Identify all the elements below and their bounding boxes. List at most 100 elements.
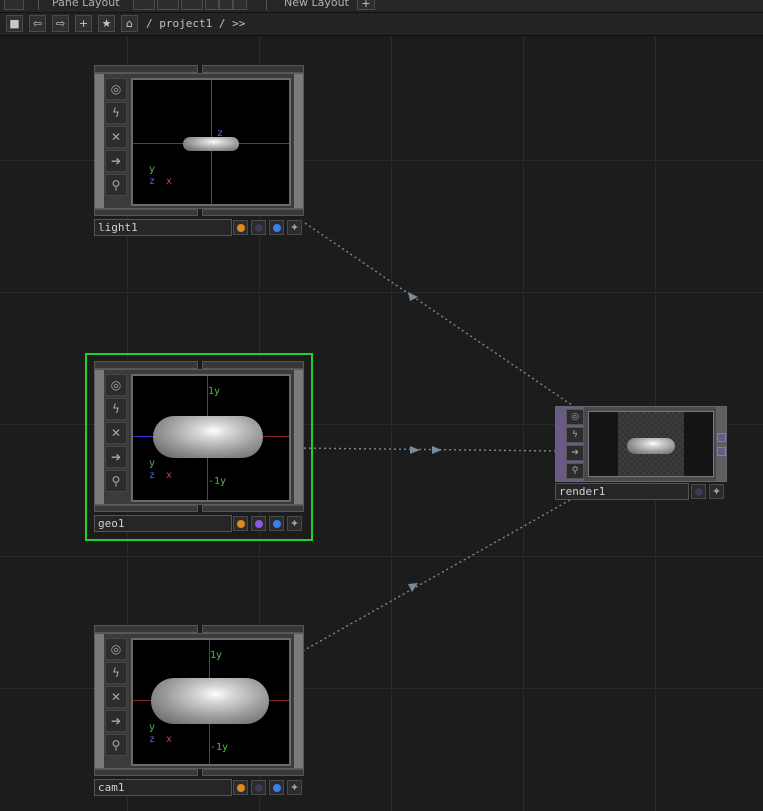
top-menu-bar: Pane Layout New Layout + [0, 0, 763, 13]
orange-flag-icon[interactable] [233, 516, 248, 531]
forward-icon[interactable]: ⇨ [52, 15, 69, 32]
lock-flag-icon[interactable]: ⚲ [105, 734, 127, 756]
node-flags: ◎ ϟ ✕ ➔ ⚲ [105, 374, 129, 494]
node-left-edge[interactable] [95, 74, 104, 208]
viewer-flag-icon[interactable]: ◎ [566, 409, 584, 425]
node-body[interactable]: ◎ ϟ ✕ ➔ ⚲ z y z x [94, 73, 304, 209]
expand-icon[interactable]: ✦ [287, 516, 302, 531]
node-flags: ◎ ϟ ✕ ➔ ⚲ [105, 638, 129, 758]
node-cam1[interactable]: ◎ ϟ ✕ ➔ ⚲ 1y -1y y z x cam1 ✦ [94, 625, 304, 797]
network-path[interactable]: / project1 / >> [146, 17, 245, 30]
node-geo1[interactable]: ◎ ϟ ✕ ➔ ⚲ 1y -1y y z x geo1 ✦ [94, 361, 304, 533]
orange-flag-icon[interactable] [233, 220, 248, 235]
wire-cam1-render1[interactable] [293, 499, 571, 657]
layout-preset-button[interactable] [219, 0, 233, 10]
wire-geo1-render1[interactable] [293, 447, 559, 452]
home-icon[interactable]: ⌂ [121, 15, 138, 32]
divider [266, 0, 267, 10]
node-op-flags: ✦ [233, 779, 304, 796]
wire-light1-render1[interactable] [304, 222, 583, 413]
node-viewer[interactable]: 1y -1y y z x [131, 638, 291, 766]
cook-flag-icon[interactable]: ϟ [566, 427, 584, 443]
purple-flag-icon[interactable] [251, 516, 266, 531]
node-right-edge[interactable] [294, 74, 303, 208]
node-body[interactable]: ◎ ϟ ✕ ➔ ⚲ 1y -1y y z x [94, 633, 304, 769]
star-icon[interactable]: ★ [98, 15, 115, 32]
stop-icon[interactable]: ■ [6, 15, 23, 32]
node-right-edge[interactable] [716, 407, 726, 481]
render-geometry [627, 438, 675, 454]
node-right-edge[interactable] [294, 370, 303, 504]
node-left-edge[interactable] [95, 634, 104, 768]
render-output-tab[interactable] [717, 447, 726, 456]
display-flag-icon[interactable]: ➔ [566, 445, 584, 461]
gnomon-y-label: y [149, 458, 156, 469]
cook-flag-icon[interactable]: ϟ [105, 398, 127, 420]
top-axis-label: 1y [208, 386, 221, 397]
gnomon-z-label: z [149, 470, 156, 481]
dark-flag-icon[interactable] [251, 220, 266, 235]
display-flag-icon[interactable]: ➔ [105, 446, 127, 468]
bypass-flag-icon[interactable]: ✕ [105, 686, 127, 708]
back-icon[interactable]: ⇦ [29, 15, 46, 32]
node-name[interactable]: geo1 [94, 515, 232, 532]
node-name[interactable]: render1 [555, 483, 689, 500]
blue-flag-icon[interactable] [269, 220, 284, 235]
node-flags: ◎ ϟ ➔ ⚲ [556, 407, 584, 481]
node-op-flags: ✦ [233, 219, 304, 236]
add-icon[interactable]: + [75, 15, 92, 32]
node-render1[interactable]: ◎ ϟ ➔ ⚲ render1 ✦ [555, 406, 727, 502]
dark-flag-icon[interactable] [691, 484, 706, 499]
bypass-flag-icon[interactable]: ✕ [105, 422, 127, 444]
node-light1[interactable]: ◎ ϟ ✕ ➔ ⚲ z y z x light1 ✦ [94, 65, 304, 237]
top-axis-label: 1y [210, 650, 223, 661]
node-name[interactable]: cam1 [94, 779, 232, 796]
node-name[interactable]: light1 [94, 219, 232, 236]
node-body[interactable]: ◎ ϟ ✕ ➔ ⚲ 1y -1y y z x [94, 369, 304, 505]
node-op-flags: ✦ [691, 483, 727, 500]
dark-flag-icon[interactable] [251, 780, 266, 795]
expand-icon[interactable]: ✦ [709, 484, 724, 499]
layout-preset-button[interactable] [133, 0, 155, 10]
node-output-tabs [94, 505, 304, 513]
z-axis-label: z [217, 128, 224, 139]
lock-flag-icon[interactable]: ⚲ [105, 174, 127, 196]
node-viewer[interactable]: z y z x [131, 78, 291, 206]
gnomon-z-label: z [149, 734, 156, 745]
node-viewer[interactable]: 1y -1y y z x [131, 374, 291, 502]
wire-arrow-icon [410, 446, 420, 454]
display-flag-icon[interactable]: ➔ [105, 150, 127, 172]
render-output-tab[interactable] [717, 433, 726, 442]
render-preview[interactable] [588, 411, 714, 477]
layout-preset-button[interactable] [233, 0, 247, 10]
camera-geometry [151, 678, 269, 724]
light-geometry [183, 137, 239, 151]
display-flag-icon[interactable]: ➔ [105, 710, 127, 732]
blue-flag-icon[interactable] [269, 780, 284, 795]
viewer-flag-icon[interactable]: ◎ [105, 78, 127, 100]
viewer-flag-icon[interactable]: ◎ [105, 374, 127, 396]
lock-flag-icon[interactable]: ⚲ [566, 463, 584, 479]
expand-icon[interactable]: ✦ [287, 780, 302, 795]
node-right-edge[interactable] [294, 634, 303, 768]
blue-flag-icon[interactable] [269, 516, 284, 531]
divider [38, 0, 39, 10]
cook-flag-icon[interactable]: ϟ [105, 102, 127, 124]
layout-preset-button[interactable] [157, 0, 179, 10]
orange-flag-icon[interactable] [233, 780, 248, 795]
layout-preset-button[interactable] [181, 0, 203, 10]
node-input-tabs [94, 625, 304, 633]
cook-flag-icon[interactable]: ϟ [105, 662, 127, 684]
node-input-tabs [94, 361, 304, 369]
node-body[interactable]: ◎ ϟ ➔ ⚲ [555, 406, 727, 482]
logo-icon[interactable] [4, 0, 24, 10]
pane-layout-label: Pane Layout [52, 0, 120, 9]
layout-preset-button[interactable] [205, 0, 219, 10]
network-editor[interactable]: ◎ ϟ ✕ ➔ ⚲ z y z x light1 ✦ ◎ ϟ ✕ ➔ ⚲ 1y … [0, 36, 763, 811]
expand-icon[interactable]: ✦ [287, 220, 302, 235]
node-left-edge[interactable] [95, 370, 104, 504]
bypass-flag-icon[interactable]: ✕ [105, 126, 127, 148]
new-layout-add-button[interactable]: + [357, 0, 375, 10]
lock-flag-icon[interactable]: ⚲ [105, 470, 127, 492]
viewer-flag-icon[interactable]: ◎ [105, 638, 127, 660]
